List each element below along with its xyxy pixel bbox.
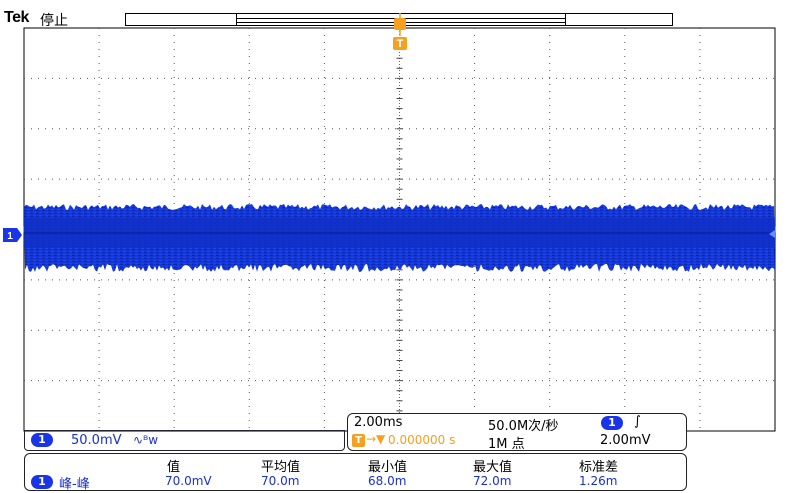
trigger-slope-icon: ∫ <box>634 414 641 429</box>
channel-1-ground-marker[interactable]: 1 <box>3 228 22 242</box>
channel-marker-label: 1 <box>7 231 13 242</box>
record-length: 1M 点 <box>488 437 525 452</box>
header-value: 值 <box>167 460 181 475</box>
header-mean: 平均值 <box>261 460 301 475</box>
trigger-position: 0.000000 s <box>388 433 456 447</box>
channel-1-badge: 1 <box>31 433 53 447</box>
channel-1-scale: 50.0mV <box>71 433 122 448</box>
trigger-marker-label: T <box>397 38 404 50</box>
measurement-panel[interactable]: 1 峰-峰 值 平均值 最小值 最大值 标准差 70.0mV 70.0m 68.… <box>24 453 687 492</box>
measurement-value: 70.0mV <box>165 474 212 488</box>
header-max: 最大值 <box>473 460 513 475</box>
trigger-source-badge: 1 <box>601 416 623 430</box>
arrow-right-down-icon: →▼ <box>366 432 386 446</box>
measurement-mean: 70.0m <box>261 474 300 488</box>
measurement-min: 68.0m <box>368 474 407 488</box>
trigger-level: 2.00mV <box>600 433 651 448</box>
header-stddev: 标准差 <box>579 460 619 475</box>
channel-1-trace <box>24 204 775 272</box>
time-per-division: 2.00ms <box>354 415 403 430</box>
measurement-channel-badge: 1 <box>31 475 53 489</box>
bandwidth-limit-icon: ∿ᴮw <box>133 433 159 447</box>
timebase-panel[interactable]: 2.00ms 50.0M次/秒 1 ∫ T →▼ 0.000000 s 1M 点… <box>347 413 687 452</box>
header-min: 最小值 <box>368 460 408 475</box>
measurement-max: 72.0m <box>473 474 512 488</box>
measurement-stddev: 1.26m <box>579 474 618 488</box>
channel-1-scale-box[interactable]: 1 50.0mV ∿ᴮw <box>24 430 345 451</box>
trigger-position-icon: T <box>352 434 365 447</box>
measurement-name: 峰-峰 <box>59 477 90 492</box>
sample-rate: 50.0M次/秒 <box>488 419 559 434</box>
